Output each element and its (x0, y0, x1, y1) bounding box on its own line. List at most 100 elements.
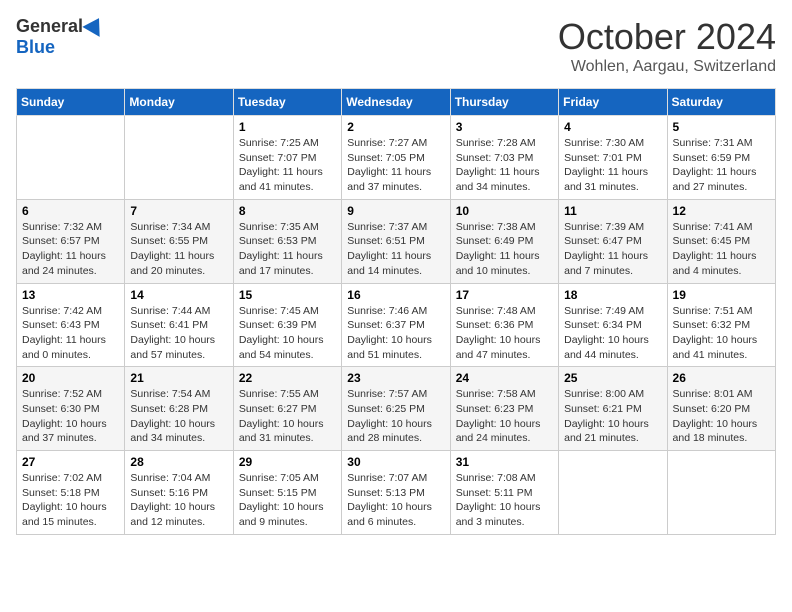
day-info: Sunrise: 7:45 AM Sunset: 6:39 PM Dayligh… (239, 304, 336, 363)
day-info: Sunrise: 7:02 AM Sunset: 5:18 PM Dayligh… (22, 471, 119, 530)
week-row-2: 6 Sunrise: 7:32 AM Sunset: 6:57 PM Daylig… (17, 199, 776, 283)
calendar-cell: 23Sunrise: 7:57 AM Sunset: 6:25 PM Dayli… (342, 367, 450, 451)
day-info: Sunrise: 7:08 AM Sunset: 5:11 PM Dayligh… (456, 471, 553, 530)
calendar-cell: 17 Sunrise: 7:48 AM Sunset: 6:36 PM Dayli… (450, 283, 558, 367)
calendar-cell (17, 116, 125, 200)
day-info: Sunrise: 7:51 AM Sunset: 6:32 PM Dayligh… (673, 304, 770, 363)
day-info: Sunrise: 7:38 AM Sunset: 6:49 PM Dayligh… (456, 220, 553, 279)
day-number: 26 (673, 371, 770, 385)
day-info: Sunrise: 7:55 AM Sunset: 6:27 PM Dayligh… (239, 387, 336, 446)
day-number: 30 (347, 455, 444, 469)
day-info: Sunrise: 7:58 AM Sunset: 6:23 PM Dayligh… (456, 387, 553, 446)
day-info: Sunrise: 7:27 AM Sunset: 7:05 PM Dayligh… (347, 136, 444, 195)
day-info: Sunrise: 7:52 AM Sunset: 6:30 PM Dayligh… (22, 387, 119, 446)
week-row-3: 13 Sunrise: 7:42 AM Sunset: 6:43 PM Dayli… (17, 283, 776, 367)
day-number: 8 (239, 204, 336, 218)
day-number: 1 (239, 120, 336, 134)
calendar-cell: 31 Sunrise: 7:08 AM Sunset: 5:11 PM Dayli… (450, 451, 558, 535)
calendar-cell: 29 Sunrise: 7:05 AM Sunset: 5:15 PM Dayli… (233, 451, 341, 535)
day-number: 23 (347, 371, 444, 385)
calendar-cell: 22 Sunrise: 7:55 AM Sunset: 6:27 PM Dayli… (233, 367, 341, 451)
day-info: Sunrise: 7:37 AM Sunset: 6:51 PM Dayligh… (347, 220, 444, 279)
day-number: 12 (673, 204, 770, 218)
day-info: Sunrise: 7:39 AM Sunset: 6:47 PM Dayligh… (564, 220, 661, 279)
day-header-sunday: Sunday (17, 89, 125, 116)
calendar-cell: 4Sunrise: 7:30 AM Sunset: 7:01 PM Daylig… (559, 116, 667, 200)
day-info: Sunrise: 7:49 AM Sunset: 6:34 PM Dayligh… (564, 304, 661, 363)
day-header-wednesday: Wednesday (342, 89, 450, 116)
calendar-cell: 24Sunrise: 7:58 AM Sunset: 6:23 PM Dayli… (450, 367, 558, 451)
calendar-cell: 26 Sunrise: 8:01 AM Sunset: 6:20 PM Dayli… (667, 367, 775, 451)
calendar-cell: 13 Sunrise: 7:42 AM Sunset: 6:43 PM Dayli… (17, 283, 125, 367)
day-number: 27 (22, 455, 119, 469)
page-header: General Blue October 2024 Wohlen, Aargau… (16, 16, 776, 76)
day-number: 13 (22, 288, 119, 302)
logo-blue-text: Blue (16, 37, 55, 58)
day-info: Sunrise: 7:04 AM Sunset: 5:16 PM Dayligh… (130, 471, 227, 530)
day-number: 2 (347, 120, 444, 134)
day-info: Sunrise: 7:32 AM Sunset: 6:57 PM Dayligh… (22, 220, 119, 279)
day-number: 18 (564, 288, 661, 302)
logo-general-text: General (16, 16, 83, 37)
day-info: Sunrise: 7:25 AM Sunset: 7:07 PM Dayligh… (239, 136, 336, 195)
day-number: 6 (22, 204, 119, 218)
day-info: Sunrise: 7:46 AM Sunset: 6:37 PM Dayligh… (347, 304, 444, 363)
day-number: 31 (456, 455, 553, 469)
day-header-saturday: Saturday (667, 89, 775, 116)
day-info: Sunrise: 7:05 AM Sunset: 5:15 PM Dayligh… (239, 471, 336, 530)
calendar-cell: 28 Sunrise: 7:04 AM Sunset: 5:16 PM Dayli… (125, 451, 233, 535)
day-header-friday: Friday (559, 89, 667, 116)
calendar-cell: 3Sunrise: 7:28 AM Sunset: 7:03 PM Daylig… (450, 116, 558, 200)
calendar-cell: 16 Sunrise: 7:46 AM Sunset: 6:37 PM Dayli… (342, 283, 450, 367)
calendar-cell: 8Sunrise: 7:35 AM Sunset: 6:53 PM Daylig… (233, 199, 341, 283)
day-number: 7 (130, 204, 227, 218)
calendar-cell: 20 Sunrise: 7:52 AM Sunset: 6:30 PM Dayli… (17, 367, 125, 451)
calendar-cell (125, 116, 233, 200)
day-header-tuesday: Tuesday (233, 89, 341, 116)
day-number: 20 (22, 371, 119, 385)
calendar-cell: 1 Sunrise: 7:25 AM Sunset: 7:07 PM Daylig… (233, 116, 341, 200)
location-text: Wohlen, Aargau, Switzerland (558, 58, 776, 76)
calendar-cell: 11 Sunrise: 7:39 AM Sunset: 6:47 PM Dayli… (559, 199, 667, 283)
calendar-cell: 18 Sunrise: 7:49 AM Sunset: 6:34 PM Dayli… (559, 283, 667, 367)
calendar-cell (559, 451, 667, 535)
day-number: 9 (347, 204, 444, 218)
day-number: 22 (239, 371, 336, 385)
week-row-1: 1 Sunrise: 7:25 AM Sunset: 7:07 PM Daylig… (17, 116, 776, 200)
calendar-cell: 9 Sunrise: 7:37 AM Sunset: 6:51 PM Daylig… (342, 199, 450, 283)
calendar-cell (667, 451, 775, 535)
calendar-cell: 27 Sunrise: 7:02 AM Sunset: 5:18 PM Dayli… (17, 451, 125, 535)
day-number: 15 (239, 288, 336, 302)
calendar-table: SundayMondayTuesdayWednesdayThursdayFrid… (16, 88, 776, 535)
day-info: Sunrise: 7:44 AM Sunset: 6:41 PM Dayligh… (130, 304, 227, 363)
day-number: 16 (347, 288, 444, 302)
day-info: Sunrise: 7:42 AM Sunset: 6:43 PM Dayligh… (22, 304, 119, 363)
day-number: 17 (456, 288, 553, 302)
calendar-cell: 12Sunrise: 7:41 AM Sunset: 6:45 PM Dayli… (667, 199, 775, 283)
calendar-header-row: SundayMondayTuesdayWednesdayThursdayFrid… (17, 89, 776, 116)
calendar-cell: 15 Sunrise: 7:45 AM Sunset: 6:39 PM Dayli… (233, 283, 341, 367)
day-number: 11 (564, 204, 661, 218)
calendar-cell: 6 Sunrise: 7:32 AM Sunset: 6:57 PM Daylig… (17, 199, 125, 283)
calendar-cell: 21Sunrise: 7:54 AM Sunset: 6:28 PM Dayli… (125, 367, 233, 451)
day-number: 29 (239, 455, 336, 469)
day-info: Sunrise: 7:34 AM Sunset: 6:55 PM Dayligh… (130, 220, 227, 279)
calendar-cell: 2 Sunrise: 7:27 AM Sunset: 7:05 PM Daylig… (342, 116, 450, 200)
logo-triangle-icon (82, 13, 107, 37)
day-header-thursday: Thursday (450, 89, 558, 116)
day-number: 28 (130, 455, 227, 469)
calendar-cell: 30 Sunrise: 7:07 AM Sunset: 5:13 PM Dayli… (342, 451, 450, 535)
day-info: Sunrise: 7:31 AM Sunset: 6:59 PM Dayligh… (673, 136, 770, 195)
day-number: 10 (456, 204, 553, 218)
day-info: Sunrise: 7:48 AM Sunset: 6:36 PM Dayligh… (456, 304, 553, 363)
day-info: Sunrise: 7:30 AM Sunset: 7:01 PM Dayligh… (564, 136, 661, 195)
day-info: Sunrise: 7:07 AM Sunset: 5:13 PM Dayligh… (347, 471, 444, 530)
day-number: 21 (130, 371, 227, 385)
month-title: October 2024 (558, 16, 776, 58)
day-info: Sunrise: 8:01 AM Sunset: 6:20 PM Dayligh… (673, 387, 770, 446)
day-info: Sunrise: 7:28 AM Sunset: 7:03 PM Dayligh… (456, 136, 553, 195)
day-number: 14 (130, 288, 227, 302)
day-number: 5 (673, 120, 770, 134)
calendar-cell: 19Sunrise: 7:51 AM Sunset: 6:32 PM Dayli… (667, 283, 775, 367)
week-row-5: 27 Sunrise: 7:02 AM Sunset: 5:18 PM Dayli… (17, 451, 776, 535)
